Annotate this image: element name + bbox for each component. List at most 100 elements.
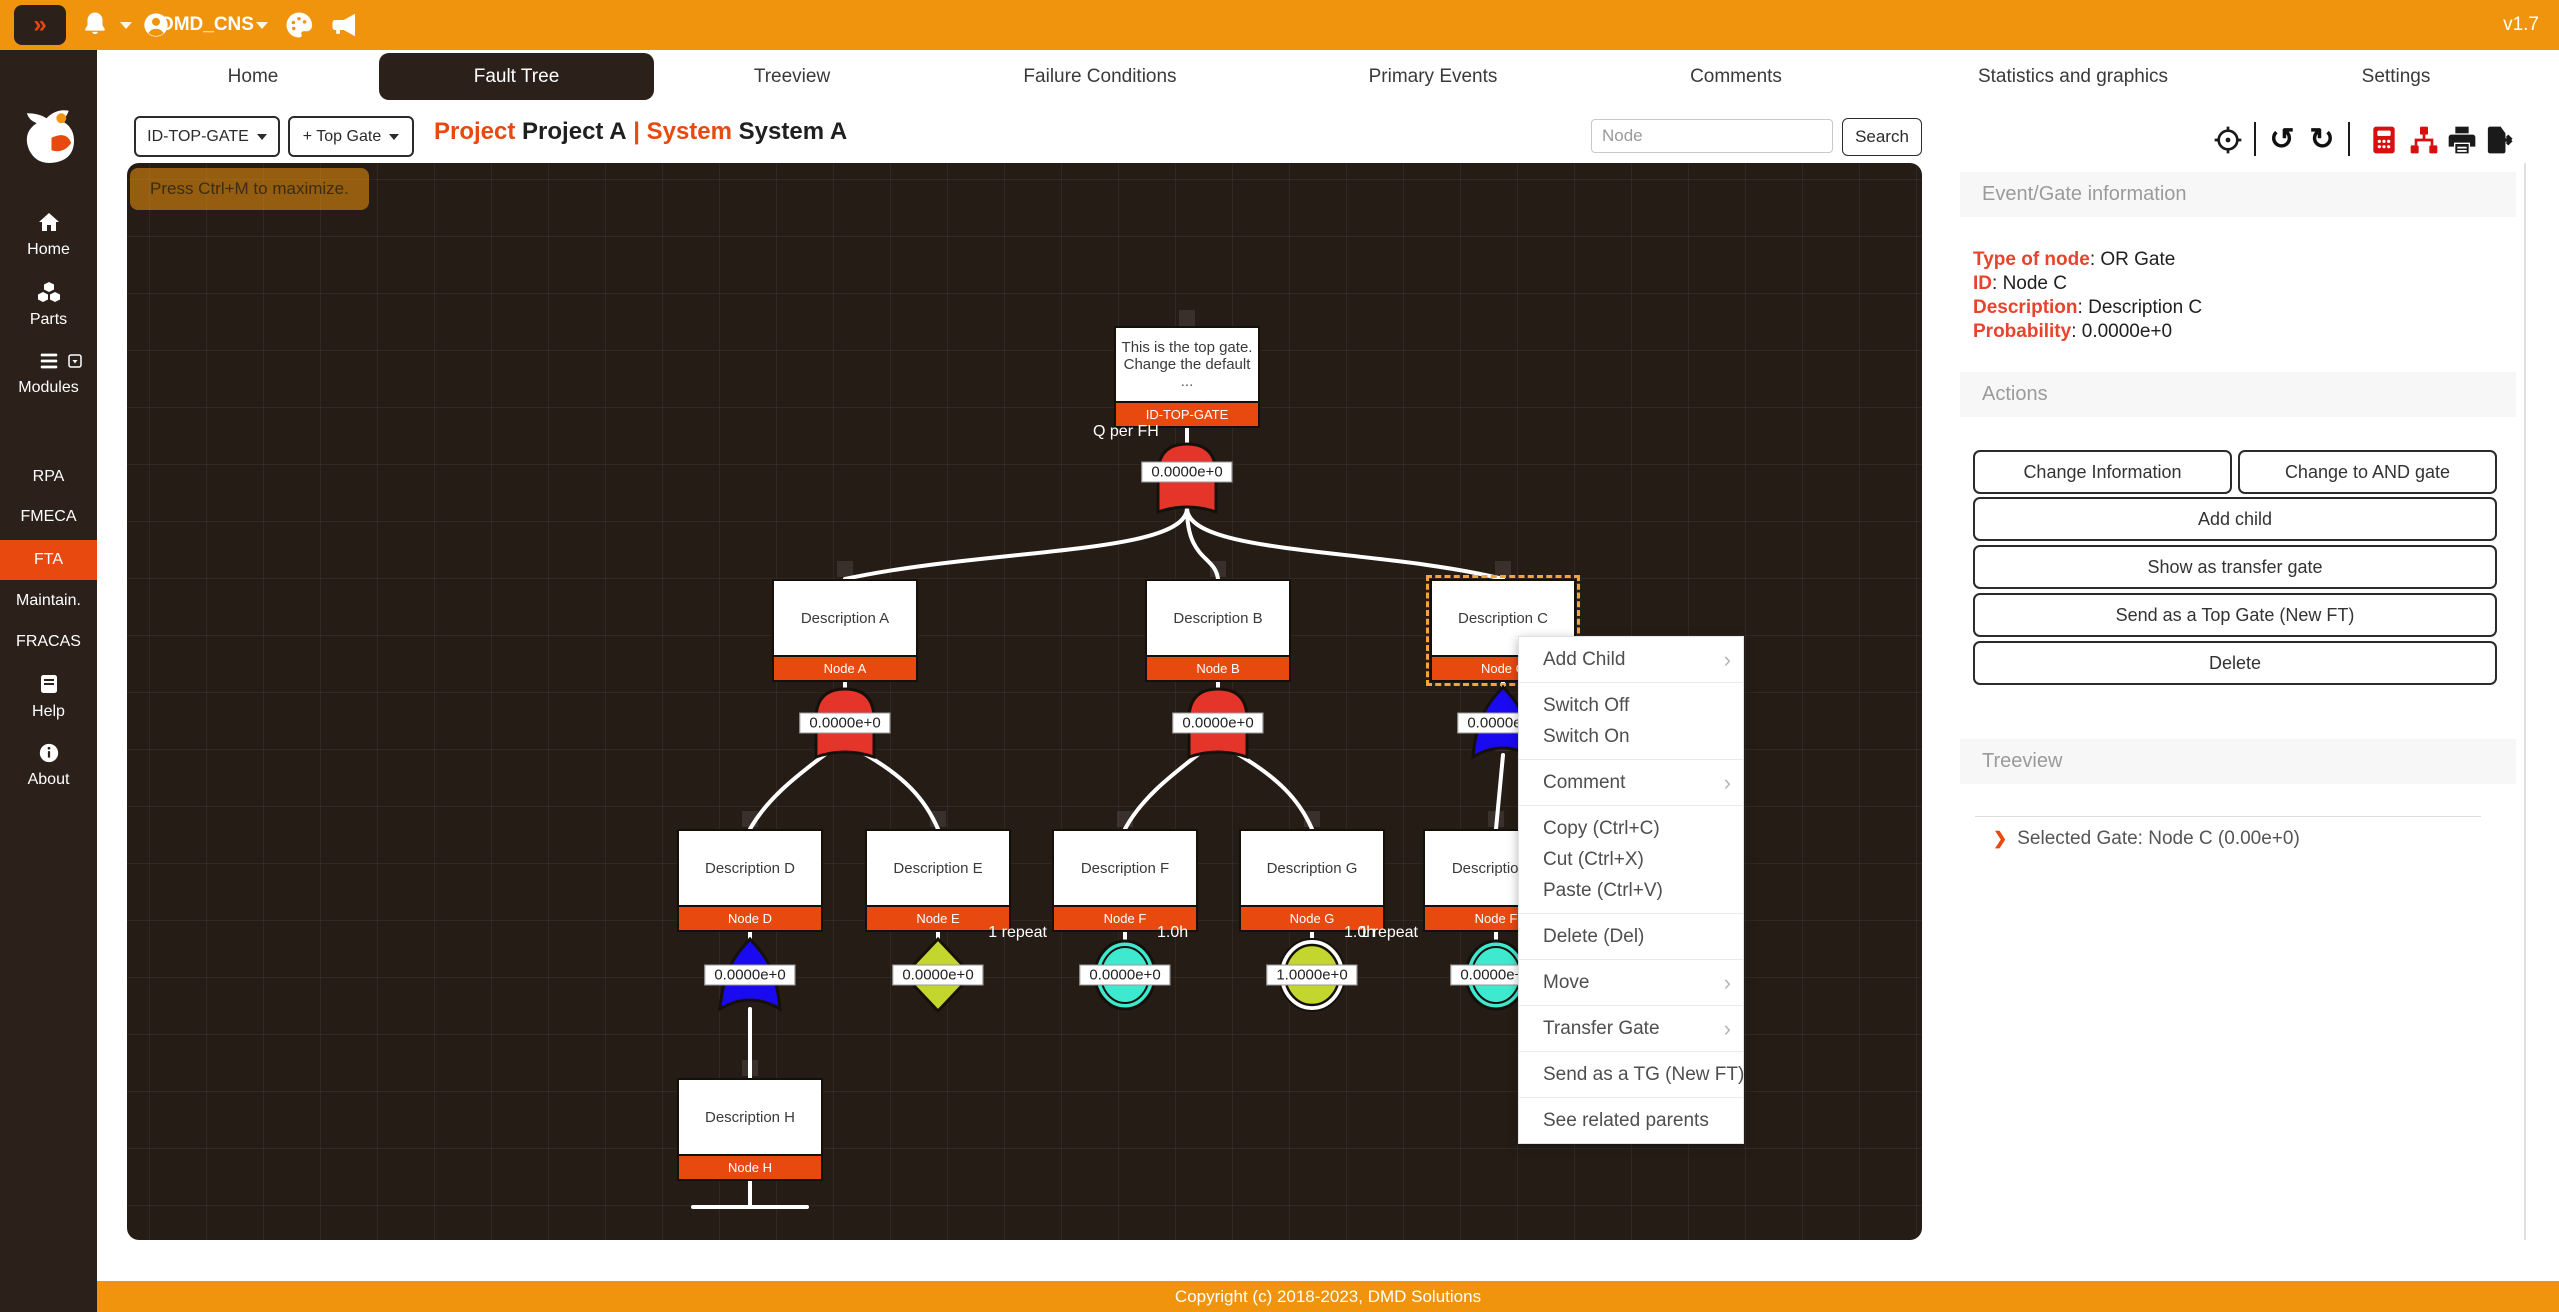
sidebar-item-label: Modules: [0, 379, 97, 397]
user-caret-down-icon[interactable]: [256, 22, 268, 29]
submenu-arrow-icon: ›: [1724, 1013, 1731, 1044]
megaphone-icon[interactable]: [330, 10, 360, 40]
button-label: Send as a Top Gate (New FT): [2116, 605, 2355, 626]
delete-button[interactable]: Delete: [1973, 641, 2497, 685]
tab-settings[interactable]: Settings: [2362, 50, 2431, 103]
cutset-diagram-icon[interactable]: [2408, 124, 2440, 156]
username[interactable]: DMD_CNS: [160, 14, 254, 36]
node-description: Description H: [677, 1078, 823, 1156]
tree-node-top-gate[interactable]: This is the top gate. Change the default…: [1114, 326, 1260, 428]
panel-scrollbar[interactable]: [2524, 163, 2526, 1240]
context-menu-item-cut[interactable]: Cut (Ctrl+X): [1519, 844, 1743, 875]
connector-stub: [1488, 811, 1504, 827]
sidebar-item-rpa[interactable]: RPA: [0, 468, 97, 486]
center-target-icon[interactable]: [2212, 124, 2244, 156]
submenu-arrow-icon: ›: [1724, 644, 1731, 675]
undo-icon[interactable]: ↺: [2266, 124, 2298, 156]
tree-node[interactable]: Description E Node E: [865, 829, 1011, 932]
print-icon[interactable]: [2446, 124, 2478, 156]
export-file-icon[interactable]: [2482, 124, 2514, 156]
context-menu-item-comment[interactable]: Comment ›: [1519, 767, 1743, 798]
home-icon: [36, 210, 62, 234]
sidebar-item-home[interactable]: Home: [0, 210, 97, 259]
node-description: Description B: [1145, 579, 1291, 657]
sidebar-item-fta[interactable]: FTA: [0, 540, 97, 580]
sidebar-item-label: FRACAS: [16, 633, 81, 650]
tab-statistics-and-graphics[interactable]: Statistics and graphics: [1978, 50, 2168, 103]
tree-node[interactable]: Description B Node B: [1145, 579, 1291, 682]
sidebar-expand-button[interactable]: »: [14, 5, 66, 45]
context-menu-item-transfer-gate[interactable]: Transfer Gate ›: [1519, 1013, 1743, 1044]
button-label: Delete: [2209, 653, 2261, 674]
gate-selector-dropdown[interactable]: ID-TOP-GATE: [134, 116, 280, 157]
info-separator: :: [1992, 273, 1997, 294]
show-as-transfer-gate-button[interactable]: Show as transfer gate: [1973, 545, 2497, 589]
sidebar: Home Parts Modules RPA FMECA FTA Maintai…: [0, 50, 97, 1312]
hamburger-menu-icon: [36, 350, 62, 372]
search-button[interactable]: Search: [1842, 118, 1922, 156]
tree-node[interactable]: Description G Node G: [1239, 829, 1385, 932]
context-menu-group: Transfer Gate ›: [1519, 1006, 1743, 1052]
sidebar-item-about[interactable]: About: [0, 742, 97, 789]
add-child-button[interactable]: Add child: [1973, 497, 2497, 541]
tab-comments[interactable]: Comments: [1690, 50, 1782, 103]
copyright-text: Copyright (c) 2018-2023, DMD Solutions: [1175, 1287, 1481, 1307]
change-information-button[interactable]: Change Information: [1973, 450, 2232, 494]
info-icon: [38, 742, 60, 764]
treeview-item-label: Selected Gate: Node C (0.00e+0): [2017, 828, 2300, 849]
menu-item-label: Add Child: [1543, 649, 1625, 670]
system-label: System: [647, 118, 732, 145]
treeview-selected-gate[interactable]: ❯Selected Gate: Node C (0.00e+0): [1993, 828, 2300, 850]
node-search-input[interactable]: [1591, 119, 1833, 153]
sidebar-item-label: Help: [0, 703, 97, 721]
context-menu-group: Send as a TG (New FT): [1519, 1052, 1743, 1098]
sidebar-item-fmeca[interactable]: FMECA: [0, 508, 97, 526]
info-value: Description C: [2088, 297, 2202, 318]
tree-node[interactable]: Description F Node F: [1052, 829, 1198, 932]
book-icon: [36, 672, 62, 696]
change-to-and-gate-button[interactable]: Change to AND gate: [2238, 450, 2497, 494]
connector-stub: [1179, 310, 1195, 326]
sidebar-item-parts[interactable]: Parts: [0, 280, 97, 329]
tab-bar: Home Fault Tree Treeview Failure Conditi…: [97, 50, 2559, 103]
context-menu-item-switch-on[interactable]: Switch On: [1519, 721, 1743, 752]
context-menu-item-delete[interactable]: Delete (Del): [1519, 921, 1743, 952]
context-menu-item-move[interactable]: Move ›: [1519, 967, 1743, 998]
info-value: OR Gate: [2100, 249, 2175, 270]
context-menu-item-add-child[interactable]: Add Child ›: [1519, 644, 1743, 675]
bell-caret-down-icon[interactable]: [120, 22, 132, 29]
tree-node[interactable]: Description A Node A: [772, 579, 918, 682]
sidebar-item-fracas[interactable]: FRACAS: [0, 633, 97, 651]
bell-icon[interactable]: [80, 10, 110, 40]
context-menu-item-send-as-tg[interactable]: Send as a TG (New FT): [1519, 1059, 1743, 1090]
context-menu-item-copy[interactable]: Copy (Ctrl+C): [1519, 813, 1743, 844]
sidebar-item-help[interactable]: Help: [0, 672, 97, 721]
sidebar-item-label: FMECA: [21, 508, 77, 525]
tree-node[interactable]: Description H Node H: [677, 1078, 823, 1181]
context-menu-item-see-related-parents[interactable]: See related parents: [1519, 1105, 1743, 1136]
tab-fault-tree[interactable]: Fault Tree: [379, 53, 654, 100]
sidebar-item-maintain[interactable]: Maintain.: [0, 592, 97, 610]
tab-home[interactable]: Home: [228, 50, 279, 103]
palette-icon[interactable]: [284, 10, 314, 40]
probability-label: 0.0000e+0: [799, 713, 890, 734]
tab-treeview[interactable]: Treeview: [754, 50, 830, 103]
tab-failure-conditions[interactable]: Failure Conditions: [1023, 50, 1176, 103]
context-menu-item-switch-off[interactable]: Switch Off: [1519, 690, 1743, 721]
info-separator: :: [2071, 321, 2076, 342]
project-value: Project A: [522, 118, 626, 145]
context-menu-item-paste[interactable]: Paste (Ctrl+V): [1519, 875, 1743, 906]
context-menu-group: Switch Off Switch On: [1519, 683, 1743, 760]
tree-node[interactable]: Description D Node D: [677, 829, 823, 932]
sidebar-item-modules[interactable]: Modules: [0, 350, 97, 397]
probability-label: 0.0000e+0: [1141, 462, 1232, 483]
footer: Copyright (c) 2018-2023, DMD Solutions: [97, 1281, 2559, 1312]
tab-primary-events[interactable]: Primary Events: [1369, 50, 1498, 103]
info-probability: Probability: 0.0000e+0: [1973, 320, 2493, 344]
info-separator: :: [2090, 249, 2095, 270]
send-as-top-gate-button[interactable]: Send as a Top Gate (New FT): [1973, 593, 2497, 637]
redo-icon[interactable]: ↻: [2306, 124, 2338, 156]
calculator-icon[interactable]: [2368, 124, 2400, 156]
tab-label: Fault Tree: [474, 66, 560, 88]
add-top-gate-dropdown[interactable]: + Top Gate: [288, 116, 414, 157]
